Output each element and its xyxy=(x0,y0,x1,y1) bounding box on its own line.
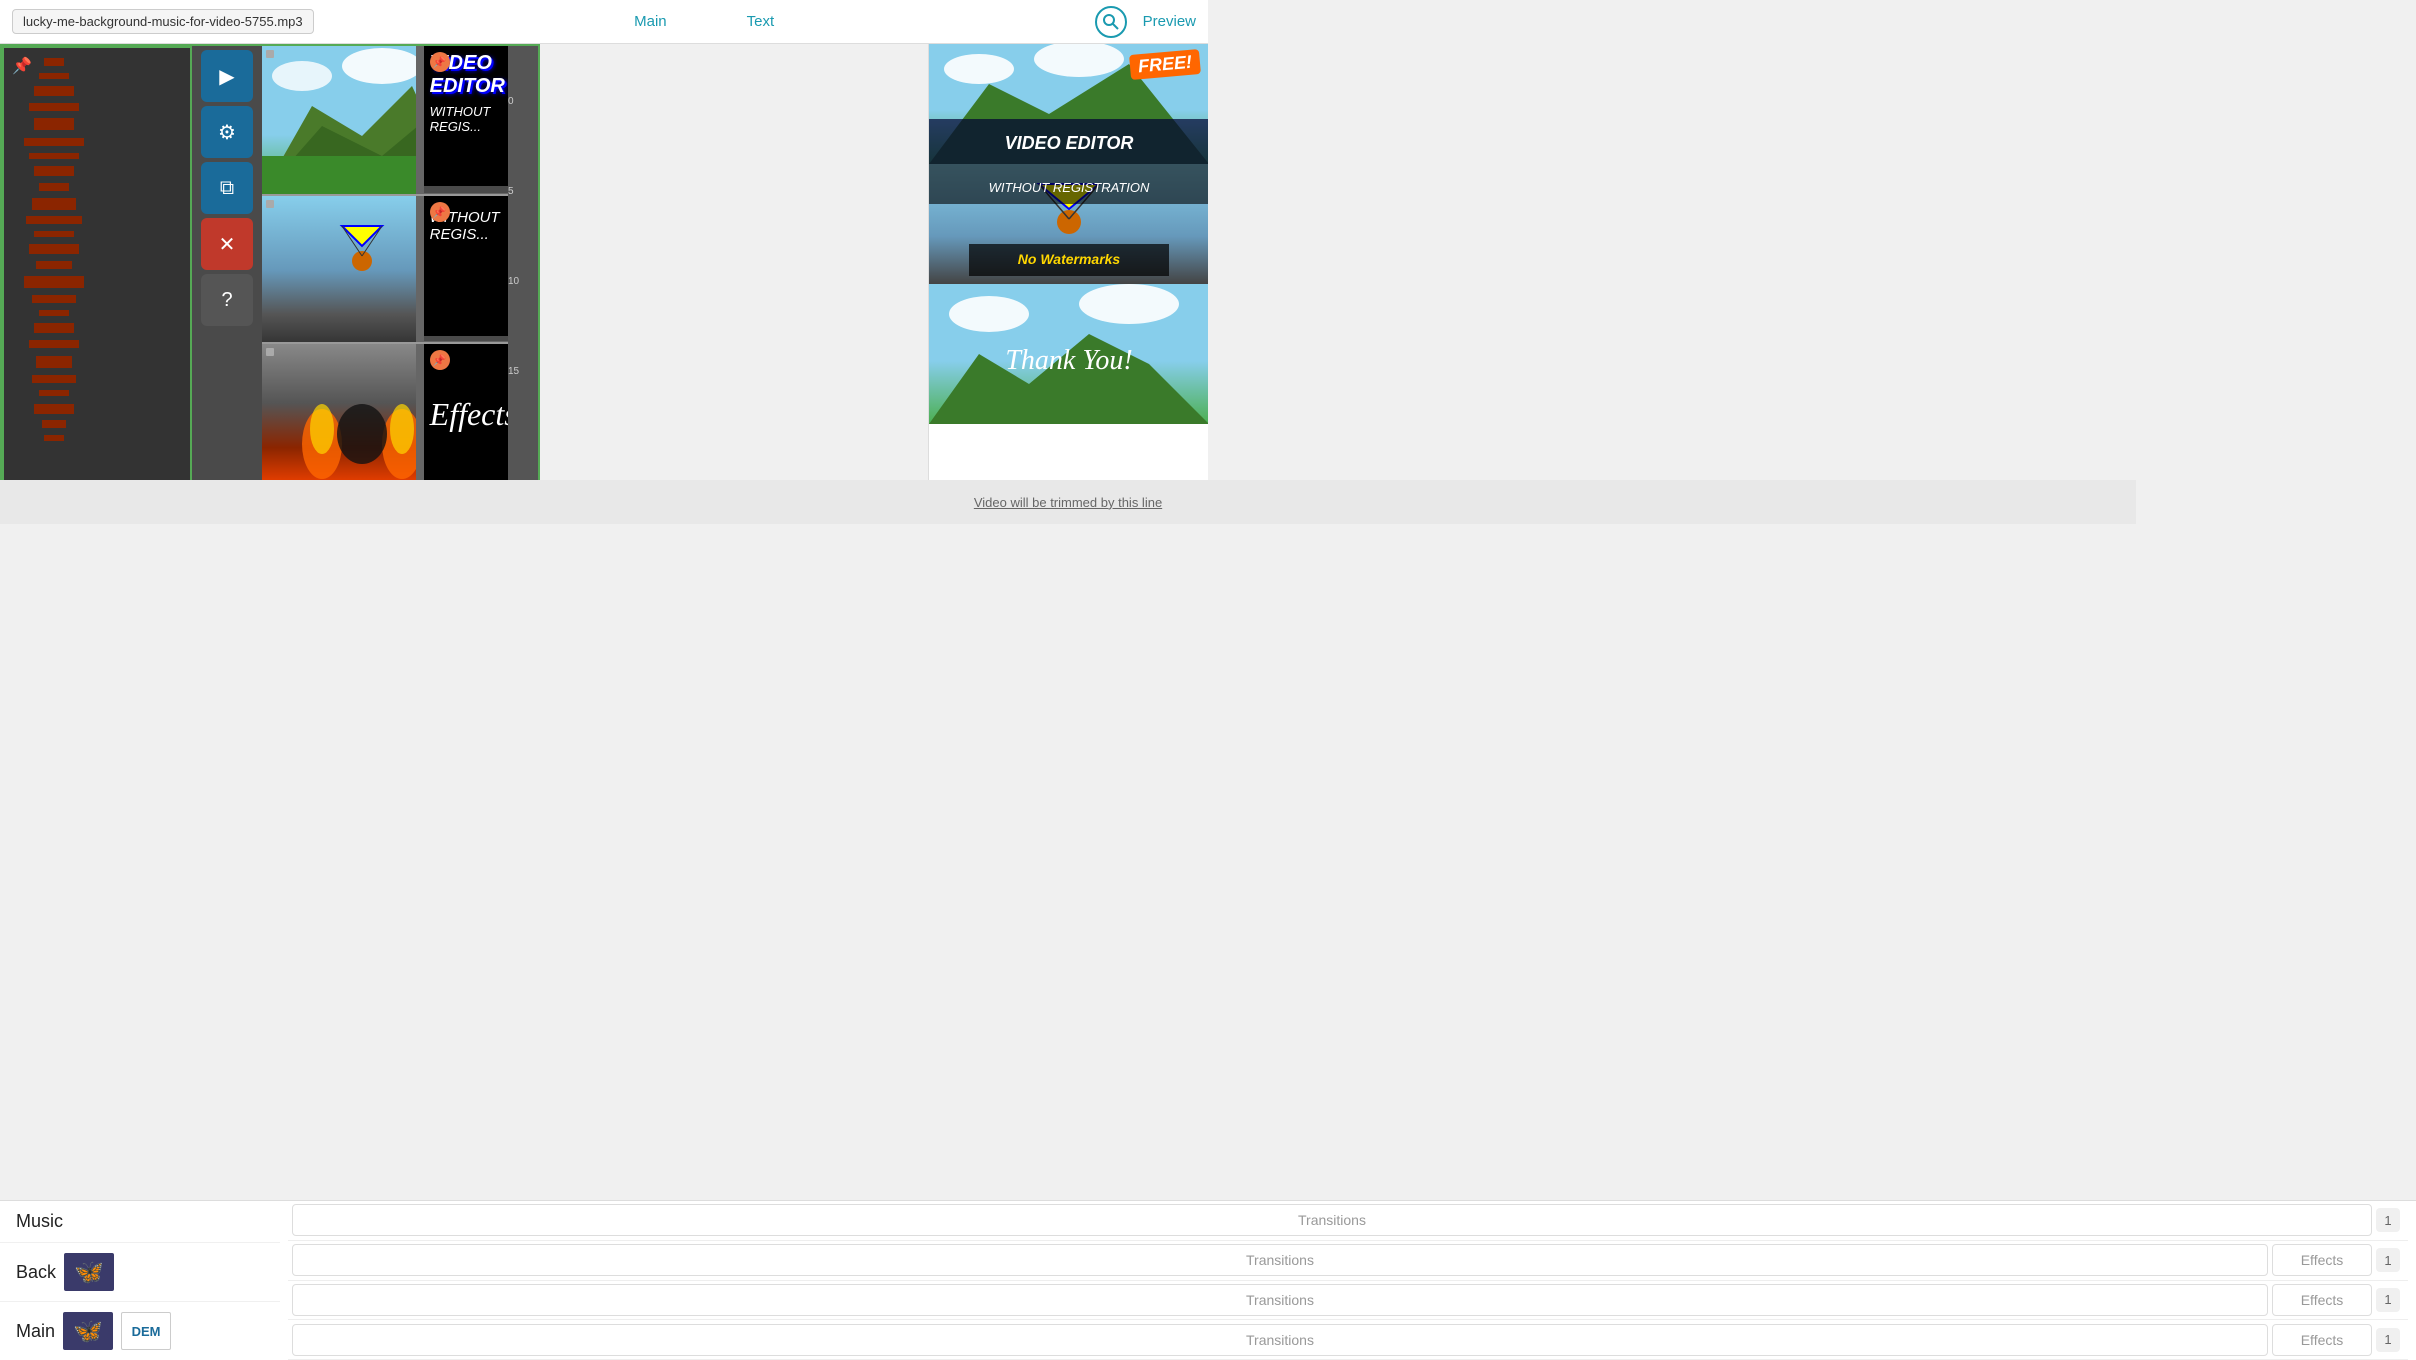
thumb-butterfly-1: 🦋 xyxy=(64,1253,114,1291)
track-row-1: 📌 VIDEO EDITOR WITHOUT REGIS... xyxy=(262,46,538,194)
track-gap-2 xyxy=(416,196,424,341)
bottom-track-row-4: Transitions Effects 1 xyxy=(288,1320,2408,1360)
video-tracks: 📌 VIDEO EDITOR WITHOUT REGIS... xyxy=(262,46,538,522)
thumb-butterfly-2: 🦋 xyxy=(63,1312,113,1350)
trim-line-area: Video will be trimmed by this line xyxy=(0,480,2136,524)
timeline-ruler: 0 5 10 15 xyxy=(508,46,538,522)
thumb-dem: DEM xyxy=(121,1312,171,1350)
transitions-btn-2[interactable]: Transitions xyxy=(292,1244,2268,1276)
ruler-0: 0 xyxy=(508,96,538,186)
search-icon[interactable] xyxy=(1095,6,1127,38)
trim-line-text: Video will be trimmed by this line xyxy=(974,495,1162,510)
track-row-2: 📌 WITHOUT REGIS... xyxy=(262,194,538,342)
preview-thankyou-svg: Thank You! xyxy=(929,284,1208,424)
video-cell-mountain[interactable] xyxy=(262,46,416,194)
bottom-panel: Music Back 🦋 Main 🦋 DEM Text Transitions… xyxy=(0,1200,2416,1360)
bottom-track-row-1: Transitions 1 xyxy=(288,1201,2408,1241)
filename-bar: lucky-me-background-music-for-video-5755… xyxy=(12,9,314,34)
count-4: 1 xyxy=(2376,1328,2400,1352)
count-2: 1 xyxy=(2376,1248,2400,1272)
header-tabs: Main Text xyxy=(314,13,1095,30)
effects-btn-4[interactable]: Effects xyxy=(2272,1324,2372,1356)
video-cell-fire[interactable] xyxy=(262,344,416,492)
resize-handle-3 xyxy=(266,348,274,356)
ruler-15: 15 xyxy=(508,366,538,456)
track-gap-1 xyxy=(416,46,424,193)
pin-icon-2[interactable]: 📌 xyxy=(430,202,450,222)
resize-handle-2 xyxy=(266,200,274,208)
preview-panel: VIDEO EDITOR FREE! xyxy=(928,44,1208,524)
preview-label[interactable]: Preview xyxy=(1143,13,1196,30)
count-1: 1 xyxy=(2376,1208,2400,1232)
pin-icon-3[interactable]: 📌 xyxy=(430,350,450,370)
waveform-svg xyxy=(14,48,94,448)
transitions-btn-3[interactable]: Transitions xyxy=(292,1284,2268,1316)
timeline-panel: 📌 xyxy=(0,44,540,524)
butterfly-icon-1: 🦋 xyxy=(74,1258,104,1287)
mountain-svg xyxy=(262,46,416,194)
play-button[interactable]: ▶ xyxy=(201,50,253,102)
paraglider-svg xyxy=(262,196,416,344)
effects-btn-3[interactable]: Effects xyxy=(2272,1284,2372,1316)
bottom-track-row-2: Transitions Effects 1 xyxy=(288,1241,2408,1281)
resize-handle xyxy=(266,50,274,58)
tab-main[interactable]: Main xyxy=(634,13,667,30)
track-row-3: 📌 Effects xyxy=(262,342,538,490)
svg-text:No Watermarks: No Watermarks xyxy=(1018,251,1121,267)
svg-text:Thank You!: Thank You! xyxy=(1005,345,1132,376)
header: lucky-me-background-music-for-video-5755… xyxy=(0,0,1208,44)
count-3: 1 xyxy=(2376,1288,2400,1312)
bottom-track-row-3: Transitions Effects 1 xyxy=(288,1281,2408,1321)
sidebar-item-back[interactable]: Back 🦋 xyxy=(0,1243,280,1302)
bottom-tracks: Transitions 1 Transitions Effects 1 Tran… xyxy=(288,1201,2408,1360)
sidebar-item-music[interactable]: Music xyxy=(0,1201,280,1243)
transitions-btn-4[interactable]: Transitions xyxy=(292,1324,2268,1356)
effects-btn-2[interactable]: Effects xyxy=(2272,1244,2372,1276)
preview-item-3[interactable]: Thank You! xyxy=(929,284,1208,424)
fire-svg xyxy=(262,344,416,492)
sidebar-item-main[interactable]: Main 🦋 DEM xyxy=(0,1302,280,1360)
ruler-10: 10 xyxy=(508,276,538,366)
settings-button[interactable]: ⚙ xyxy=(201,106,253,158)
audio-track: 📌 xyxy=(2,46,192,522)
sidebar: Music Back 🦋 Main 🦋 DEM Text xyxy=(0,1201,280,1360)
video-cell-paraglider[interactable] xyxy=(262,196,416,344)
controls-panel: ▶ ⚙ ⧉ ✕ ? xyxy=(197,46,257,330)
track-gap-3 xyxy=(416,344,424,489)
preview-paraglider-svg: WITHOUT REGISTRATION No Watermarks xyxy=(929,164,1208,284)
pin-icon-1[interactable]: 📌 xyxy=(430,52,450,72)
tab-text[interactable]: Text xyxy=(747,13,775,30)
delete-button[interactable]: ✕ xyxy=(201,218,253,270)
main-area: 📌 xyxy=(0,44,1208,524)
transitions-btn-1[interactable]: Transitions xyxy=(292,1204,2372,1236)
help-button[interactable]: ? xyxy=(201,274,253,326)
svg-text:VIDEO EDITOR: VIDEO EDITOR xyxy=(1005,133,1134,153)
preview-item-2[interactable]: WITHOUT REGISTRATION No Watermarks xyxy=(929,164,1208,284)
ruler-5: 5 xyxy=(508,186,538,276)
butterfly-icon-2: 🦋 xyxy=(73,1317,103,1346)
copy-button[interactable]: ⧉ xyxy=(201,162,253,214)
preview-item-1[interactable]: VIDEO EDITOR FREE! xyxy=(929,44,1208,164)
svg-text:WITHOUT REGISTRATION: WITHOUT REGISTRATION xyxy=(989,180,1150,195)
